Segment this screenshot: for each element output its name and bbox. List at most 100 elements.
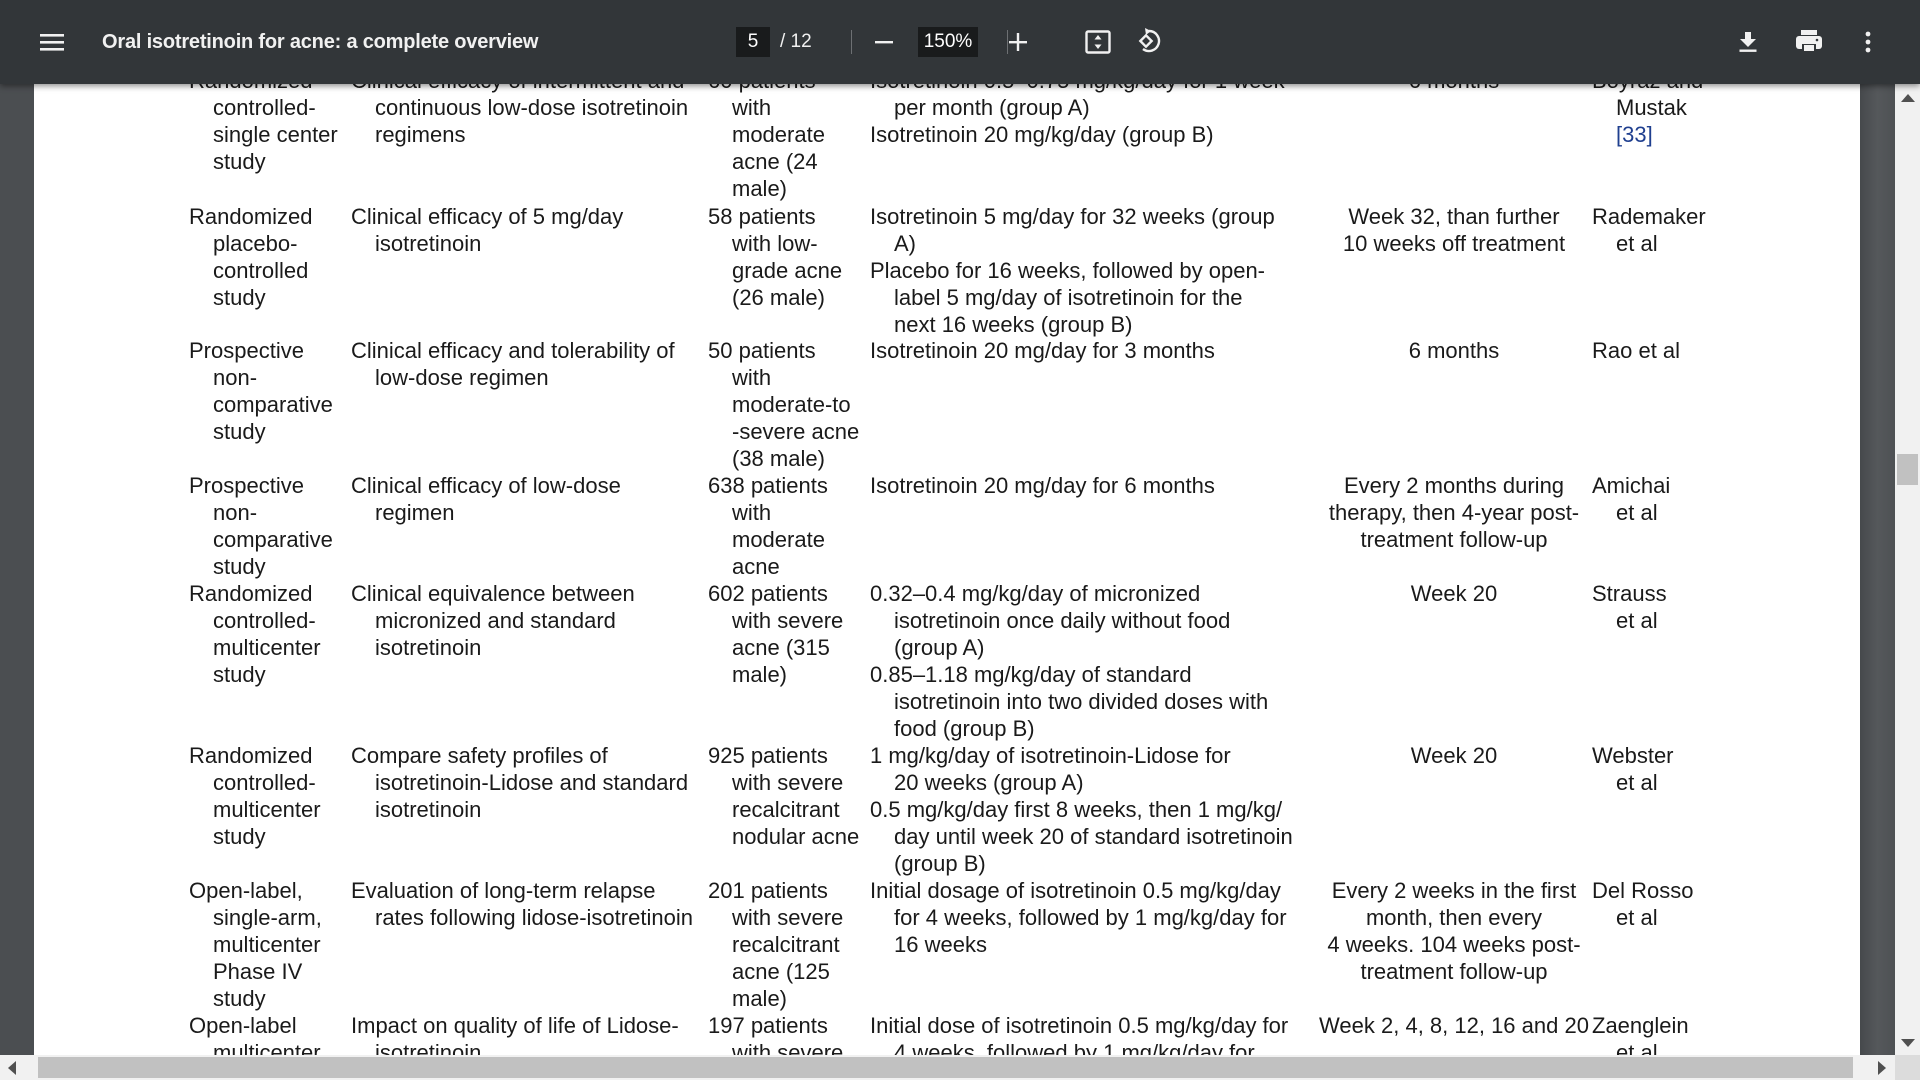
population-cell: 925 patients with severe recalcitrant nodul… [708,742,888,850]
cell-text-line: study [213,662,266,687]
reference-cell: Rao et al [1592,337,1792,364]
cell-text-line: moderate [732,122,825,147]
study-design-cell: Randomized controlled-multicenter study [189,742,349,850]
cell-text-line: Initial dose of isotretinoin 0.5 mg/kg/d… [870,1013,1289,1038]
cell-text-line: 0.85–1.18 mg/kg/day of standard [870,662,1192,687]
regimen-cell: Isotretinoin 5 mg/day for 32 weeks (grou… [870,203,1330,338]
horizontal-scrollbar-thumb[interactable] [38,1057,1853,1078]
menu-button[interactable] [36,26,68,58]
cell-text-line: 4 weeks. 104 weeks post- [1327,932,1581,957]
cell-text-line: Prospective [189,338,304,363]
cell-text-line: 10 weeks off treatment [1342,231,1566,256]
cell-text-line: Isotretinoin 20 mg/day for 3 months [870,338,1215,363]
cell-text-line: A) [894,231,916,256]
cell-text-line: 925 patients [708,743,828,768]
cell-text-line: acne (125 [732,959,830,984]
cell-text-line: acne (24 [732,149,818,174]
cell-text-line: -severe acne [732,419,860,444]
study-design-cell: Prospective non-comparative study [189,337,349,445]
cell-text-line: (group A) [894,635,985,660]
cell-text-line: comparative [213,527,333,552]
cell-text-line: with severe [732,770,844,795]
cell-text-line: Isotretinoin 20 mg/kg/day (group B) [870,122,1214,147]
objective-cell: Evaluation of long-term relapse rates fol… [351,877,731,931]
cell-text-line: Placebo for 16 weeks, followed by open- [870,258,1266,283]
cell-text-line: study [213,986,266,1011]
cell-text-line: (26 male) [732,285,825,310]
fit-page-button[interactable] [1082,26,1114,58]
cell-text-line: Mustak [1616,95,1687,120]
cell-text-line: 16 weeks [894,932,987,957]
cell-text-line: Clinical efficacy of intermittent and [351,84,731,94]
cell-text-line: recalcitrant [732,797,840,822]
scroll-right-arrow-icon[interactable] [1878,1061,1886,1075]
zoom-level-input[interactable]: 150% [918,27,978,57]
scroll-up-arrow-icon[interactable] [1901,94,1915,102]
cell-text-line: isotretinoin [375,1040,482,1055]
study-design-cell: Open-label multicenter [189,1012,349,1055]
cell-text-line: acne (315 [732,635,830,660]
horizontal-scrollbar[interactable] [0,1055,1895,1080]
page-number-input[interactable]: 5 [736,27,770,57]
cell-text-line: Webster [1592,743,1674,768]
reference-cell: Del Rosso et al [1592,877,1792,931]
cell-text-line: [33] [1592,121,1792,148]
hamburger-icon [40,34,64,51]
regimen-cell: 1 mg/kg/day of isotretinoin-Lidose for 20… [870,742,1330,877]
cell-text-line: with severe [732,1040,844,1055]
cell-text-line: Evaluation of long-term relapse [351,878,656,903]
toolbar-divider [851,30,852,54]
fit-to-page-icon [1085,30,1111,54]
objective-cell: Clinical efficacy and tolerability of low… [351,337,731,391]
cell-text-line: 6 months [1408,338,1500,363]
scroll-down-arrow-icon[interactable] [1901,1039,1915,1047]
cell-text-line: Week 32, than further [1348,204,1560,229]
cell-text-line: with severe [732,905,844,930]
toolbar-divider [1007,30,1008,54]
cell-text-line: multicenter [213,797,321,822]
cell-text-line: with low- [732,231,818,256]
scroll-left-arrow-icon[interactable] [8,1061,16,1075]
population-cell: 638 patients with moderate acne [708,472,888,580]
vertical-scrollbar[interactable] [1895,84,1920,1055]
cell-text-line: Del Rosso [1592,878,1694,903]
cell-text-line: moderate [732,527,825,552]
cell-text-line: et al [1616,608,1658,633]
reference-cell: Webster et al [1592,742,1792,796]
cell-text-line: isotretinoin [375,797,482,822]
cell-text-line: isotretinoin [375,231,482,256]
print-button[interactable] [1792,26,1826,58]
cell-text-line: male) [732,662,788,687]
rotate-button[interactable] [1134,24,1168,58]
objective-cell: Clinical efficacy of intermittent andcon… [351,84,731,148]
cell-text-line: with severe [732,608,844,633]
cell-text-line: with [732,95,772,120]
cell-text-line: controlled- [213,608,316,633]
cell-text-line: Open-label [189,1013,297,1038]
cell-text-line: multicenter [213,635,321,660]
cell-text-line: Clinical equivalence between [351,581,635,606]
study-design-cell: Randomized controlled-multicenter study [189,580,349,688]
reference-cell: Amichai et al [1592,472,1792,526]
rotate-counterclockwise-icon [1138,28,1161,53]
cell-text-line: Zaenglein [1592,1013,1689,1038]
citation-link[interactable]: [33] [1616,122,1653,147]
reference-cell: Rademaker et al [1592,203,1792,257]
cell-text-line: micronized and standard [375,608,616,633]
download-button[interactable] [1732,26,1764,58]
cell-text-line: Rao et al [1592,338,1681,363]
vertical-scrollbar-thumb[interactable] [1897,454,1918,485]
population-cell: 197 patients with severe [708,1012,888,1055]
study-design-cell: Randomized placebo-controlled study [189,203,349,311]
more-actions-button[interactable] [1852,26,1884,58]
zoom-out-button[interactable] [868,26,900,58]
objective-cell: Impact on quality of life of Lidose-isot… [351,1012,731,1055]
cell-text-line: Every 2 months during [1343,473,1565,498]
cell-text-line: nodular acne [732,824,860,849]
follow-up-cell: Every 2 months during therapy, then 4-yea… [1304,472,1604,553]
regimen-cell: Isotretinoin 20 mg/day for 3 months [870,337,1330,364]
regimen-cell: 0.32–0.4 mg/kg/day of micronized isotreti… [870,580,1330,742]
follow-up-cell: Week 20 [1304,580,1604,607]
cell-text-line: controlled [213,258,309,283]
reference-cell: Strauss et al [1592,580,1792,634]
